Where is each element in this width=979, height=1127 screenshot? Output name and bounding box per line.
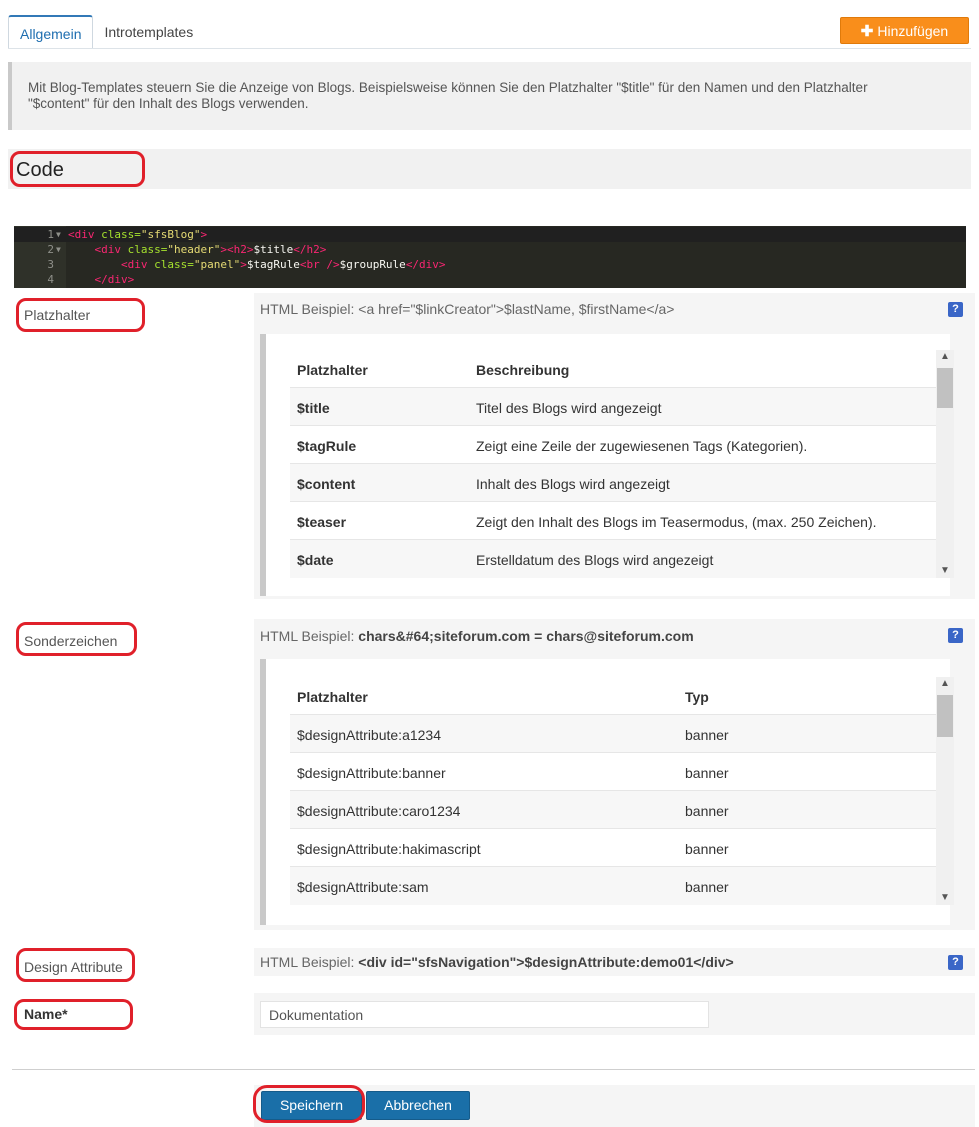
code-line[interactable]: 4 </div> — [14, 272, 966, 287]
platzhalter-hint-example: <a href="$linkCreator">$lastName, $first… — [358, 301, 675, 317]
table-row: $designAttribute:hakimascript banner — [290, 829, 936, 867]
table-row: $designAttribute:a1234 banner — [290, 715, 936, 753]
table-row: $title Titel des Blogs wird angezeigt — [290, 388, 936, 426]
platzhalter-label: Platzhalter — [24, 307, 91, 323]
table-header-cell: Beschreibung — [476, 362, 570, 378]
sonderzeichen-table: Platzhalter Typ $designAttribute:a1234 b… — [290, 677, 936, 905]
name-label: Name* — [24, 1006, 68, 1022]
platzhalter-scrollbar[interactable]: ▲ ▼ — [936, 350, 954, 578]
info-text-line1: Mit Blog-Templates steuern Sie die Anzei… — [28, 80, 868, 95]
table-header-row: Platzhalter Typ — [290, 677, 936, 715]
code-line[interactable]: 3 <div class="panel">$tagRule<br />$grou… — [14, 257, 966, 272]
code-editor[interactable]: 1 ▼ <div class="sfsBlog"> 2 ▼ <div class="he… — [14, 226, 966, 288]
table-row: $designAttribute:sam banner — [290, 867, 936, 905]
fold-arrow-icon[interactable]: ▼ — [56, 227, 61, 242]
design-attribute-hint: HTML Beispiel: <div id="sfsNavigation">$… — [260, 954, 734, 970]
platzhalter-table: Platzhalter Beschreibung $title Titel de… — [290, 350, 936, 578]
table-row: $tagRule Zeigt eine Zeile der zugewiesen… — [290, 426, 936, 464]
help-icon[interactable]: ? — [948, 628, 963, 643]
code-text: <div class="sfsBlog"> — [68, 228, 208, 241]
table-row: $date Erstelldatum des Blogs wird angeze… — [290, 540, 936, 578]
table-header-cell: Typ — [685, 689, 709, 705]
line-number: 3 — [47, 258, 54, 271]
scroll-down-icon[interactable]: ▼ — [936, 891, 954, 905]
info-box: Mit Blog-Templates steuern Sie die Anzei… — [8, 62, 971, 130]
table-header-cell: Platzhalter — [297, 362, 368, 378]
design-attribute-hint-example: <div id="sfsNavigation">$designAttribute… — [358, 954, 734, 970]
sonderzeichen-hint-example: chars&#64;siteforum.com = chars@siteforu… — [358, 628, 694, 644]
help-icon[interactable]: ? — [948, 302, 963, 317]
sonderzeichen-hint: HTML Beispiel: chars&#64;siteforum.com =… — [260, 628, 694, 644]
scrollbar-thumb[interactable] — [937, 368, 953, 408]
fold-arrow-icon[interactable]: ▼ — [56, 242, 61, 257]
help-icon[interactable]: ? — [948, 955, 963, 970]
scroll-up-icon[interactable]: ▲ — [936, 350, 954, 364]
line-number: 2 — [47, 243, 54, 256]
table-row: $designAttribute:caro1234 banner — [290, 791, 936, 829]
code-text: <div class="header"><h2>$title</h2> — [94, 243, 327, 256]
table-row: $designAttribute:banner banner — [290, 753, 936, 791]
info-text-line2: "$content" für den Inhalt des Blogs verw… — [28, 96, 309, 111]
platzhalter-hint: HTML Beispiel: <a href="$linkCreator">$l… — [260, 301, 675, 317]
table-header-cell: Platzhalter — [297, 689, 368, 705]
name-input[interactable] — [260, 1001, 709, 1028]
table-row: $content Inhalt des Blogs wird angezeigt — [290, 464, 936, 502]
footer-bar — [254, 1085, 975, 1127]
sonderzeichen-scrollbar[interactable]: ▲ ▼ — [936, 677, 954, 905]
save-button[interactable]: Speichern — [261, 1091, 362, 1120]
scrollbar-thumb[interactable] — [937, 695, 953, 737]
sonderzeichen-label: Sonderzeichen — [24, 633, 118, 649]
add-button-label: Hinzufügen — [877, 22, 949, 39]
tab-divider — [8, 48, 971, 49]
scroll-up-icon[interactable]: ▲ — [936, 677, 954, 691]
sonderzeichen-table-container: Platzhalter Typ $designAttribute:a1234 b… — [260, 659, 954, 925]
code-line[interactable]: 1 ▼ <div class="sfsBlog"> — [14, 227, 966, 242]
code-text: </div> — [94, 273, 135, 286]
code-text: <div class="panel">$tagRule<br />$groupR… — [120, 258, 446, 271]
code-section-header — [8, 149, 971, 189]
design-attribute-label: Design Attribute — [24, 959, 123, 975]
line-number: 1 — [47, 228, 54, 241]
code-section-title: Code — [16, 159, 64, 181]
scroll-down-icon[interactable]: ▼ — [936, 564, 954, 578]
footer-divider — [12, 1069, 975, 1070]
plus-icon: ✚ — [860, 22, 874, 40]
tab-introtemplates[interactable]: Introtemplates — [93, 15, 204, 49]
table-row: $teaser Zeigt den Inhalt des Blogs im Te… — [290, 502, 936, 540]
add-button[interactable]: ✚ Hinzufügen — [840, 17, 969, 44]
platzhalter-table-container: Platzhalter Beschreibung $title Titel de… — [260, 334, 954, 596]
table-header-row: Platzhalter Beschreibung — [290, 350, 936, 388]
tab-bar: Allgemein Introtemplates — [8, 15, 204, 49]
cancel-button[interactable]: Abbrechen — [366, 1091, 470, 1120]
tab-allgemein[interactable]: Allgemein — [8, 15, 94, 49]
line-number: 4 — [47, 273, 54, 286]
code-line[interactable]: 2 ▼ <div class="header"><h2>$title</h2> — [14, 242, 966, 257]
